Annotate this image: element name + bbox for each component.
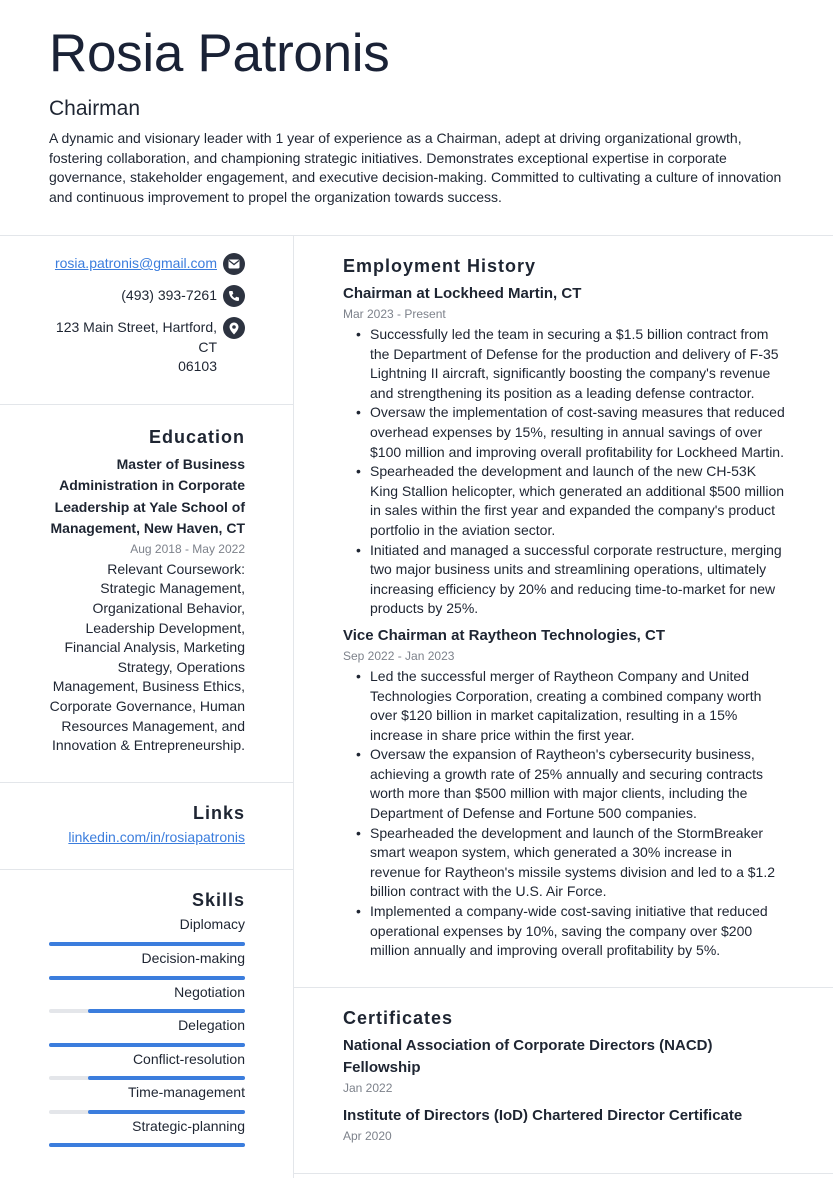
skill-name: Strategic-planning <box>132 1117 245 1134</box>
links-section: Links linkedin.com/in/rosiapatronis <box>0 783 293 871</box>
contact-phone: (493) 393-7261 <box>49 285 245 308</box>
skill-name: Conflict-resolution <box>132 1050 245 1067</box>
education-section: Education Master of Business Administrat… <box>0 405 293 783</box>
certificate-title: Institute of Directors (IoD) Chartered D… <box>343 1106 743 1124</box>
certificates-section: Certificates National Association of Cor… <box>294 988 833 1174</box>
skill-level-fill <box>49 1143 245 1148</box>
job-bullet: Oversaw the expansion of Raytheon's cybe… <box>356 745 785 823</box>
skill-item: Conflict-resolution <box>49 1050 245 1081</box>
education-degree: Master of Business Administration in Cor… <box>50 455 246 537</box>
job-entry: Chairman at Lockheed Martin, CT Mar 2023… <box>343 283 785 619</box>
map-pin-icon <box>223 317 245 339</box>
education-dates: Aug 2018 - May 2022 <box>130 541 245 556</box>
job-bullet: Spearheaded the development and launch o… <box>356 824 785 902</box>
skill-level-fill <box>88 1009 245 1014</box>
skill-level-bar <box>49 1042 245 1047</box>
skill-level-bar <box>49 1076 245 1081</box>
skill-item: Diplomacy <box>49 915 245 946</box>
links-heading: Links <box>192 802 245 823</box>
linkedin-link[interactable]: linkedin.com/in/rosiapatronis <box>68 829 245 845</box>
skill-name: Delegation <box>178 1017 245 1034</box>
skill-level-bar <box>49 975 245 980</box>
job-title: Chairman at Lockheed Martin, CT <box>343 285 582 302</box>
contact-section: rosia.patronis@gmail.com (493) 393-7261 … <box>0 236 293 405</box>
envelope-icon <box>223 253 245 275</box>
profile-summary: A dynamic and visionary leader with 1 ye… <box>49 130 782 205</box>
certificate-date: Jan 2022 <box>343 1080 393 1095</box>
phone-icon <box>223 285 245 307</box>
skill-item: Decision-making <box>49 949 245 980</box>
jobs-list: Chairman at Lockheed Martin, CT Mar 2023… <box>343 283 785 961</box>
candidate-title: Chairman <box>49 97 141 120</box>
skill-level-fill <box>49 975 245 980</box>
phone-number: (493) 393-7261 <box>121 287 217 303</box>
skill-name: Time-management <box>128 1084 245 1101</box>
job-bullet: Spearheaded the development and launch o… <box>356 462 785 540</box>
job-bullets: Led the successful merger of Raytheon Co… <box>343 667 785 961</box>
employment-section: Employment History Chairman at Lockheed … <box>294 236 833 988</box>
skills-section: Skills Diplomacy Decision-making Negotia… <box>0 870 293 1157</box>
job-dates: Mar 2023 - Present <box>343 307 446 321</box>
employment-heading: Employment History <box>343 256 537 276</box>
skills-heading: Skills <box>191 890 245 911</box>
skill-level-fill <box>88 1109 245 1114</box>
certificates-list: National Association of Corporate Direct… <box>343 1035 785 1145</box>
skill-level-fill <box>49 1042 245 1047</box>
certificate-date: Apr 2020 <box>343 1128 392 1143</box>
right-column: Employment History Chairman at Lockheed … <box>294 236 833 1174</box>
address-line-2: 06103 <box>178 358 217 375</box>
skill-level-fill <box>49 941 245 946</box>
job-bullet: Led the successful merger of Raytheon Co… <box>356 667 785 745</box>
skill-level-fill <box>88 1076 245 1081</box>
education-heading: Education <box>148 426 245 447</box>
education-coursework: Relevant Coursework: Strategic Managemen… <box>49 560 245 754</box>
skill-level-bar <box>49 1009 245 1014</box>
skill-item: Strategic-planning <box>49 1117 245 1148</box>
skill-level-bar <box>49 1143 245 1148</box>
skills-list: Diplomacy Decision-making Negotiation De… <box>49 915 245 1148</box>
skill-level-bar <box>49 1109 245 1114</box>
job-bullet: Successfully led the team in securing a … <box>356 325 785 403</box>
left-column: rosia.patronis@gmail.com (493) 393-7261 … <box>0 236 293 1157</box>
address-line-1: 123 Main Street, Hartford, CT <box>55 319 217 355</box>
job-bullet: Implemented a company-wide cost-saving i… <box>356 902 785 961</box>
skill-level-bar <box>49 941 245 946</box>
contact-address: 123 Main Street, Hartford, CT 06103 <box>49 317 245 377</box>
email-link[interactable]: rosia.patronis@gmail.com <box>55 254 217 274</box>
job-dates: Sep 2022 - Jan 2023 <box>343 648 455 663</box>
contact-email: rosia.patronis@gmail.com <box>49 253 245 276</box>
job-bullets: Successfully led the team in securing a … <box>343 325 785 619</box>
skill-name: Negotiation <box>174 983 245 1000</box>
resume-header: Rosia Patronis Chairman A dynamic and vi… <box>49 22 799 207</box>
certificate-entry: Institute of Directors (IoD) Chartered D… <box>343 1105 785 1145</box>
certificate-entry: National Association of Corporate Direct… <box>343 1035 785 1097</box>
job-title: Vice Chairman at Raytheon Technologies, … <box>343 626 666 644</box>
skill-item: Negotiation <box>49 983 245 1014</box>
skill-item: Time-management <box>49 1083 245 1114</box>
skill-name: Decision-making <box>141 949 245 966</box>
skill-name: Diplomacy <box>179 916 245 933</box>
certificate-title: National Association of Corporate Direct… <box>343 1036 713 1076</box>
job-bullet: Initiated and managed a successful corpo… <box>356 541 785 619</box>
candidate-name: Rosia Patronis <box>49 24 390 83</box>
certificates-heading: Certificates <box>343 1007 454 1028</box>
address: 123 Main Street, Hartford, CT 06103 <box>49 318 217 377</box>
skill-item: Delegation <box>49 1016 245 1047</box>
job-entry: Vice Chairman at Raytheon Technologies, … <box>343 625 785 961</box>
job-bullet: Oversaw the implementation of cost-savin… <box>356 403 785 462</box>
